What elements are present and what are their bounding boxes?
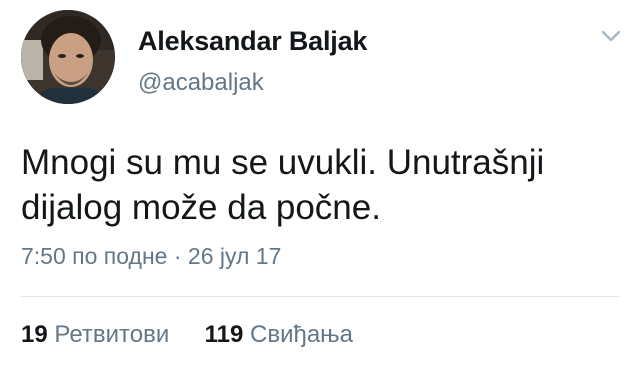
tweet-stats: 19 Ретвитови 119 Свиђања <box>21 321 353 349</box>
divider <box>21 296 619 297</box>
likes-label: Свиђања <box>250 321 354 348</box>
likes-stat[interactable]: 119 Свиђања <box>205 321 353 348</box>
avatar[interactable] <box>21 10 115 104</box>
timestamp-separator: · <box>173 243 182 269</box>
tweet-card: Aleksandar Baljak @acabaljak Mnogi su mu… <box>0 0 640 367</box>
retweets-stat[interactable]: 19 Ретвитови <box>21 321 176 348</box>
tweet-time: 7:50 по подне <box>21 243 168 269</box>
author-name[interactable]: Aleksandar Baljak <box>138 26 367 57</box>
retweets-count: 19 <box>21 321 48 348</box>
tweet-text: Mnogi su mu se uvukli. Unutrašnji dijalo… <box>21 140 621 230</box>
chevron-down-icon[interactable] <box>600 28 622 44</box>
likes-count: 119 <box>204 321 244 348</box>
tweet-timestamp[interactable]: 7:50 по подне · 26 јул 17 <box>21 243 281 270</box>
tweet-date: 26 јул 17 <box>187 243 282 269</box>
retweets-label: Ретвитови <box>54 321 170 348</box>
author-handle[interactable]: @acabaljak <box>138 69 264 97</box>
tweet-text-line-2: dijalog može da počne. <box>21 188 381 227</box>
avatar-photo <box>21 10 115 104</box>
tweet-text-line-1: Mnogi su mu se uvukli. Unutrašnji <box>21 143 545 182</box>
